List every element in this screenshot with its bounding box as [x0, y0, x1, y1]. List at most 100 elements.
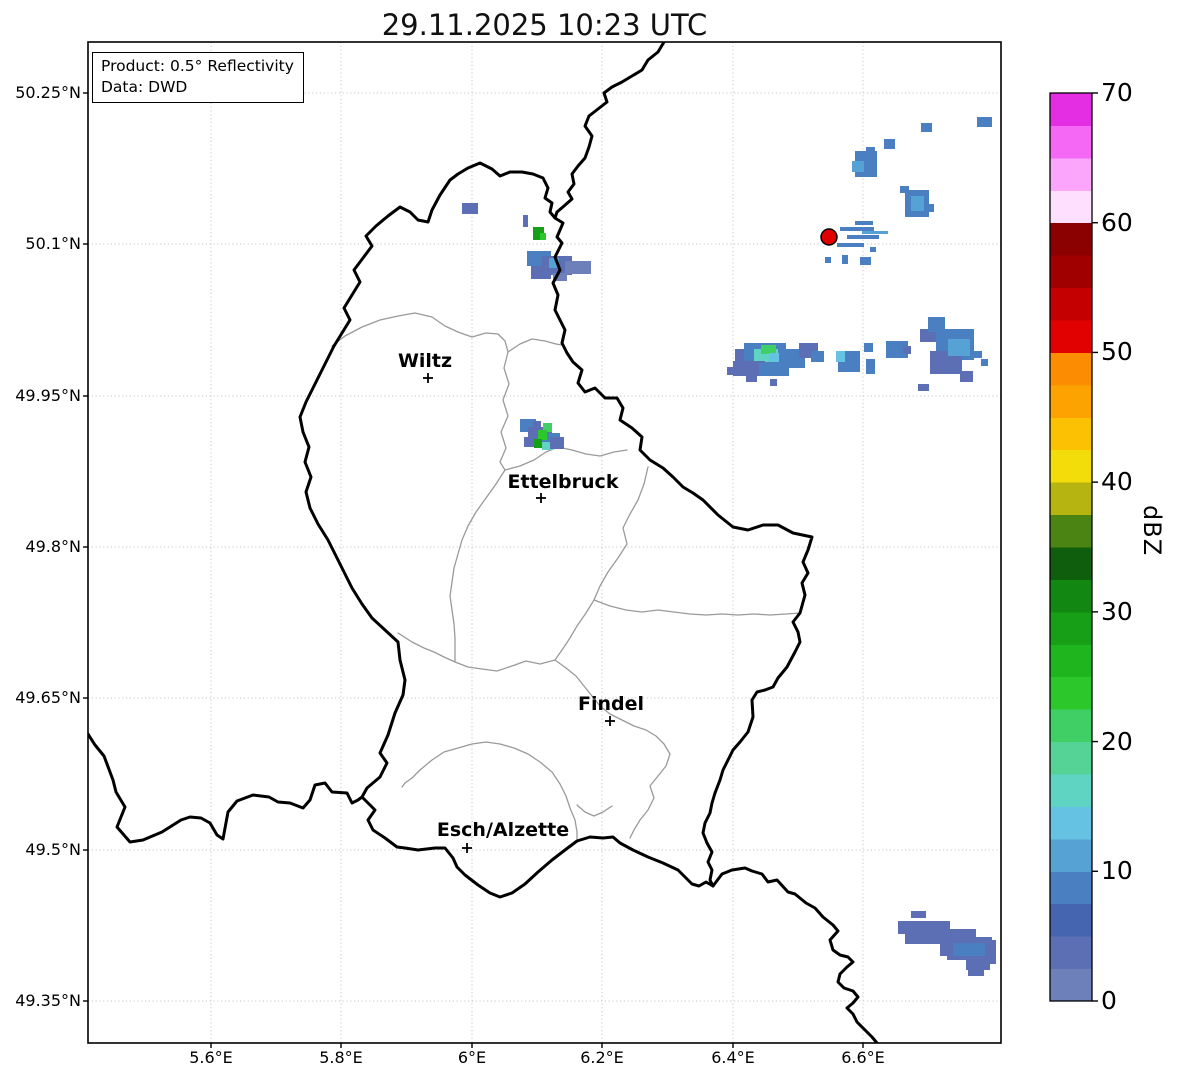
radar-site-marker [820, 228, 838, 246]
radar-echo [911, 911, 926, 918]
radar-echo [860, 257, 871, 265]
region-border [331, 312, 509, 353]
radar-echo [565, 261, 591, 274]
colorbar-segment [1050, 709, 1092, 743]
radar-echo [864, 343, 873, 352]
colorbar-tick-label-0: 0 [1101, 986, 1117, 1015]
radar-echo [898, 921, 950, 934]
colorbar-segment [1050, 838, 1092, 872]
colorbar-axis-label: dBZ [1138, 505, 1166, 557]
x-tick-label-1: 5.8°E [319, 1048, 363, 1067]
radar-map-canvas [83, 41, 1098, 1048]
radar-echo [948, 339, 970, 356]
radar-echo [855, 221, 873, 225]
colorbar-segment [1050, 676, 1092, 710]
y-tick-label-5: 49.5°N [25, 840, 81, 859]
radar-echo [836, 351, 845, 362]
colorbar-segment [1050, 903, 1092, 937]
colorbar-segment [1050, 644, 1092, 678]
colorbar-segment [1050, 579, 1092, 613]
x-tick-label-3: 6.2°E [580, 1048, 624, 1067]
colorbar-segment [1050, 547, 1092, 580]
map-area [88, 42, 1001, 1043]
colorbar-segment [1050, 255, 1092, 289]
country-border [88, 732, 364, 844]
country-border [711, 866, 879, 1043]
country-border [553, 42, 666, 220]
colorbar-segment [1050, 514, 1092, 548]
city-label-findel: Findel [577, 693, 645, 715]
colorbar-segment [1050, 157, 1092, 191]
radar-echo [550, 437, 564, 449]
colorbar-tick-label-3: 30 [1101, 596, 1133, 626]
radar-echo [770, 379, 777, 386]
x-tick-label-0: 5.6°E [189, 1048, 233, 1067]
radar-echo [769, 353, 780, 362]
radar-echo [981, 359, 988, 366]
region-border [504, 446, 628, 471]
colorbar-segment [1050, 968, 1092, 1002]
y-tick-label-1: 50.1°N [25, 234, 81, 253]
radar-echo [911, 196, 924, 211]
radar-echo [540, 233, 546, 240]
colorbar-segment [1050, 352, 1092, 386]
city-label-ettelbruck: Ettelbruck [507, 471, 619, 493]
colorbar-segment [1050, 449, 1092, 483]
colorbar-segment [1050, 806, 1092, 840]
radar-echo [968, 967, 984, 976]
radar-echo [862, 231, 888, 234]
region-border [397, 632, 556, 672]
radar-echo [953, 943, 985, 956]
colorbar-segment [1050, 125, 1092, 159]
radar-echo [852, 161, 864, 172]
y-tick-label-6: 49.35°N [15, 991, 81, 1010]
radar-echo [842, 255, 848, 264]
colorbar-segment [1050, 871, 1092, 905]
radar-echo [761, 345, 776, 354]
radar-echo [866, 147, 875, 156]
radar-echo [746, 375, 757, 382]
colorbar-tick-label-5: 50 [1101, 337, 1133, 367]
region-border [401, 769, 421, 788]
colorbar-segment [1050, 287, 1092, 321]
radar-echo [973, 351, 982, 358]
radar-echo [534, 439, 542, 448]
colorbar-segment [1050, 774, 1092, 807]
radar-echo [840, 227, 874, 231]
y-tick-label-4: 49.65°N [15, 688, 81, 707]
colorbar-segment [1050, 417, 1092, 451]
x-tick-label-4: 6.4°E [711, 1048, 755, 1067]
radar-echo [921, 123, 932, 132]
axes-frame [87, 41, 1002, 1044]
radar-echo [825, 257, 831, 263]
colorbar-segment [1050, 936, 1092, 970]
page-title: 29.11.2025 10:23 UTC [381, 8, 708, 42]
radar-echo [988, 940, 996, 964]
colorbar-segment [1050, 93, 1092, 126]
radar-echo [533, 421, 541, 429]
radar-echo [462, 203, 478, 214]
radar-echo [811, 351, 824, 362]
radar-echo [847, 235, 879, 239]
radar-echo [866, 359, 875, 374]
radar-echo [727, 367, 735, 375]
info-data-line: Data: DWD [101, 78, 188, 96]
region-border [449, 469, 506, 663]
radar-echo [523, 215, 528, 227]
radar-echo [870, 247, 876, 252]
colorbar-tick-label-7: 70 [1101, 78, 1133, 107]
colorbar-segment [1050, 611, 1092, 645]
region-border [554, 659, 671, 839]
radar-echo [977, 117, 992, 127]
radar-echo [538, 430, 547, 440]
info-product-line: Product: 0.5° Reflectivity [101, 57, 294, 75]
colorbar-tick-label-1: 10 [1101, 856, 1133, 886]
radar-echo [918, 384, 929, 391]
city-label-esch-alzette: Esch/Alzette [436, 819, 570, 841]
city-label-wiltz: Wiltz [397, 350, 453, 372]
radar-echo [960, 371, 973, 382]
radar-figure: 29.11.2025 10:23 UTC Product: 0.5° Refle… [0, 0, 1184, 1081]
y-tick-label-2: 49.95°N [15, 386, 81, 405]
colorbar-tick-label-4: 40 [1101, 467, 1133, 497]
colorbar-segment [1050, 190, 1092, 224]
